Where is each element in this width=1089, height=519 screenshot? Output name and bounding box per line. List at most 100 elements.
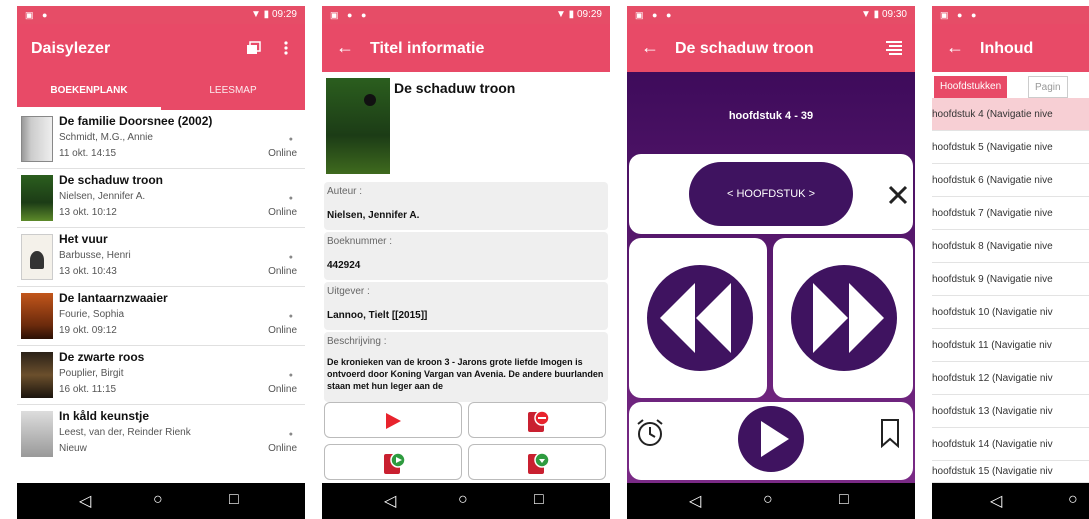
book-status: Online: [268, 443, 297, 454]
bookmark-icon[interactable]: [879, 418, 901, 448]
tab-reading-folder[interactable]: LEESMAP: [161, 72, 305, 110]
download-book-button[interactable]: [468, 444, 606, 480]
book-cover: [21, 352, 53, 398]
book-status: Online: [268, 325, 297, 336]
book-play-icon: [384, 452, 406, 474]
app-bar: ← Inhoud: [932, 24, 1089, 72]
book-list-item[interactable]: In kåld keunstje Leest, van der, Reinder…: [17, 405, 305, 464]
back-arrow-icon[interactable]: ←: [946, 37, 964, 58]
description-label: Beschrijving :: [327, 336, 387, 347]
alarm-clock-icon[interactable]: [635, 418, 665, 448]
book-date: 13 okt. 10:43: [59, 266, 117, 277]
screen-title-info: ▣ ● ● ▼ ▮ 09:29 ← Titel informatie De sc…: [322, 6, 610, 519]
remove-book-button[interactable]: [468, 402, 606, 438]
nav-home-icon[interactable]: ○: [1068, 491, 1078, 509]
chapter-navigation-button[interactable]: < HOOFDSTUK >: [689, 162, 853, 226]
play-button[interactable]: [324, 402, 462, 438]
toc-item[interactable]: hoofdstuk 11 (Navigatie niv: [932, 329, 1089, 362]
book-date: 13 okt. 10:12: [59, 207, 117, 218]
status-clock: ▼ ▮ 09:29: [251, 9, 297, 20]
tab-bookshelf[interactable]: BOEKENPLANK: [17, 72, 161, 110]
book-download-icon: [528, 452, 550, 474]
book-list-item[interactable]: De schaduw troon Nielsen, Jennifer A. 13…: [17, 169, 305, 228]
chapter-position: hoofdstuk 4 - 39: [728, 110, 814, 122]
system-nav-bar: ◁ ○: [932, 483, 1089, 519]
tools-icon[interactable]: [887, 184, 909, 206]
tab-pages[interactable]: Pagin: [1028, 76, 1068, 98]
book-status: Online: [268, 148, 297, 159]
book-author: Leest, van der, Reinder Rienk: [59, 427, 191, 438]
toc-item[interactable]: hoofdstuk 10 (Navigatie niv: [932, 296, 1089, 329]
rewind-button[interactable]: [645, 263, 755, 373]
play-button[interactable]: [737, 405, 805, 473]
nav-home-icon[interactable]: ○: [763, 491, 773, 509]
toc-item[interactable]: hoofdstuk 12 (Navigatie niv: [932, 362, 1089, 395]
back-arrow-icon[interactable]: ←: [641, 37, 659, 58]
toc-item[interactable]: hoofdstuk 6 (Navigatie nive: [932, 164, 1089, 197]
status-clock: ▼ ▮ 09:29: [556, 9, 602, 20]
system-nav-bar: ◁ ○ □: [17, 483, 305, 519]
notification-icons: ▣ ● ●: [940, 10, 980, 20]
nav-back-icon[interactable]: ◁: [689, 491, 701, 511]
app-bar: Daisylezer: [17, 24, 305, 72]
book-title: De familie Doorsnee (2002): [59, 114, 213, 128]
book-date: 19 okt. 09:12: [59, 325, 117, 336]
description-field: Beschrijving : De kronieken van de kroon…: [324, 332, 608, 402]
book-author: Barbusse, Henri: [59, 250, 131, 261]
toc-item[interactable]: hoofdstuk 9 (Navigatie nive: [932, 263, 1089, 296]
library-icon[interactable]: [245, 40, 261, 56]
toc-item[interactable]: hoofdstuk 5 (Navigatie nive: [932, 131, 1089, 164]
nav-recents-icon[interactable]: □: [839, 491, 849, 509]
nav-back-icon[interactable]: ◁: [384, 491, 396, 511]
nav-back-icon[interactable]: ◁: [79, 491, 91, 511]
book-status: Online: [268, 266, 297, 277]
status-bar: ▣ ● ● ▼ ▮ 09:30: [627, 6, 915, 24]
play-book-button[interactable]: [324, 444, 462, 480]
book-list-item[interactable]: De familie Doorsnee (2002) Schmidt, M.G.…: [17, 110, 305, 169]
book-list-item[interactable]: Het vuur Barbusse, Henri 13 okt. 10:43 ●…: [17, 228, 305, 287]
tab-chapters[interactable]: Hoofdstukken: [934, 76, 1008, 98]
nav-home-icon[interactable]: ○: [153, 491, 163, 509]
toc-item[interactable]: hoofdstuk 8 (Navigatie nive: [932, 230, 1089, 263]
nav-home-icon[interactable]: ○: [458, 491, 468, 509]
contents-tab-bar: Hoofdstukken Pagin: [932, 72, 1089, 98]
book-number-field: Boeknummer : 442924: [324, 232, 608, 280]
book-list-item[interactable]: De zwarte roos Pouplier, Birgit 16 okt. …: [17, 346, 305, 405]
status-bar: ▣ ● ▼ ▮ 09:29: [17, 6, 305, 24]
app-bar: ← De schaduw troon: [627, 24, 915, 72]
book-title: In kåld keunstje: [59, 409, 150, 423]
screen-player: ▣ ● ● ▼ ▮ 09:30 ← De schaduw troon hoofd…: [627, 6, 915, 519]
book-number-label: Boeknummer :: [327, 236, 393, 247]
notification-icons: ▣ ● ●: [330, 10, 370, 20]
toc-item[interactable]: hoofdstuk 13 (Navigatie niv: [932, 395, 1089, 428]
nav-recents-icon[interactable]: □: [229, 491, 239, 509]
book-cover: [21, 234, 53, 280]
toc-item[interactable]: hoofdstuk 4 (Navigatie nive: [932, 98, 1089, 131]
book-author: Schmidt, M.G., Annie: [59, 132, 153, 143]
book-cover: [326, 78, 390, 174]
app-bar: ← Titel informatie: [322, 24, 610, 72]
toc-item[interactable]: hoofdstuk 7 (Navigatie nive: [932, 197, 1089, 230]
back-arrow-icon[interactable]: ←: [336, 37, 354, 58]
nav-recents-icon[interactable]: □: [534, 491, 544, 509]
fast-forward-button[interactable]: [789, 263, 899, 373]
sync-icon: ●: [288, 372, 293, 379]
nav-back-icon[interactable]: ◁: [990, 491, 1002, 511]
book-title: De zwarte roos: [59, 350, 145, 364]
book-cover: [21, 175, 53, 221]
sync-icon: ●: [288, 254, 293, 261]
screen-title: Inhoud: [980, 40, 1034, 57]
book-author: Nielsen, Jennifer A.: [59, 191, 146, 202]
author-value: Nielsen, Jennifer A.: [327, 210, 420, 221]
book-title: Het vuur: [59, 232, 108, 246]
toc-item[interactable]: hoofdstuk 14 (Navigatie niv: [932, 428, 1089, 461]
toc-item[interactable]: hoofdstuk 15 (Navigatie niv: [932, 461, 1089, 483]
overflow-menu-icon[interactable]: [283, 40, 289, 56]
book-cover: [21, 411, 53, 457]
book-list-item[interactable]: De lantaarnzwaaier Fourie, Sophia 19 okt…: [17, 287, 305, 346]
table-of-contents-icon[interactable]: [885, 39, 903, 57]
book-title: De lantaarnzwaaier: [59, 291, 168, 305]
play-icon: [386, 413, 401, 429]
book-cover: [21, 116, 53, 162]
publisher-label: Uitgever :: [327, 286, 370, 297]
